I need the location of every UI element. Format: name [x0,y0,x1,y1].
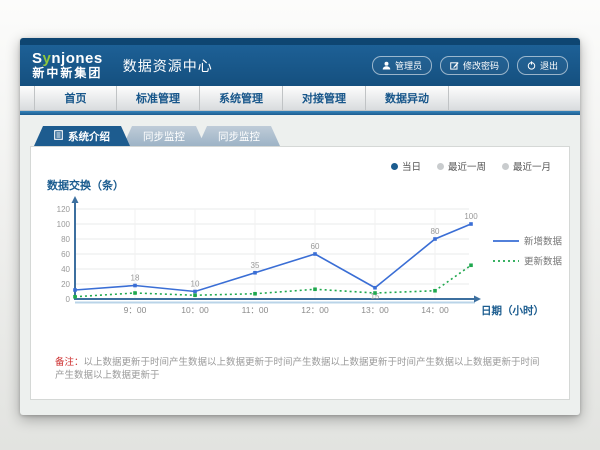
content-area: 系统介绍 同步监控 同步监控 当日 最近一周 [20,115,580,400]
svg-text:11：00: 11：00 [242,305,269,315]
tab-label: 系统介绍 [68,129,110,144]
svg-text:18: 18 [131,274,140,283]
svg-text:35: 35 [251,261,260,270]
app-window: Synjones 新中新集团 数据资源中心 管理员 修改密码 退出 首页 标准管… [20,38,580,415]
logout-button[interactable]: 退出 [517,56,568,75]
svg-text:80: 80 [61,235,70,244]
edit-icon [450,61,459,70]
filter-label: 当日 [402,159,421,173]
footnote: 备注：以上数据更新于时间产生数据以上数据更新于时间产生数据以上数据更新于时间产生… [39,356,561,383]
filter-today[interactable]: 当日 [391,159,421,173]
main-nav: 首页 标准管理 系统管理 对接管理 数据异动 [20,86,580,111]
footnote-prefix: 备注： [55,357,84,368]
tab-sync-monitor-2[interactable]: 同步监控 [198,126,280,146]
logo: Synjones 新中新集团 [32,51,103,79]
svg-text:120: 120 [57,205,71,214]
tab-bar: 系统介绍 同步监控 同步监控 [34,126,570,146]
power-icon [527,61,536,70]
svg-text:20: 20 [61,280,70,289]
svg-text:10：00: 10：00 [181,305,209,315]
svg-text:9：00: 9：00 [124,305,147,315]
admin-user-button[interactable]: 管理员 [372,56,432,75]
logo-wordmark: Synjones [32,51,103,67]
app-header: Synjones 新中新集团 数据资源中心 管理员 修改密码 退出 [20,45,580,86]
radio-selected-icon [391,163,398,170]
logout-label: 退出 [540,59,558,72]
svg-text:0: 0 [66,295,71,304]
svg-text:日期（小时）: 日期（小时） [481,304,544,317]
range-filter-group: 当日 最近一周 最近一月 [39,155,561,175]
user-icon [382,61,391,70]
radio-icon [437,163,444,170]
nav-item-data-change[interactable]: 数据异动 [366,86,449,110]
tab-system-intro[interactable]: 系统介绍 [34,126,130,146]
svg-text:新增数据: 新增数据 [524,236,563,248]
logo-company-name: 新中新集团 [32,67,103,80]
tab-label: 同步监控 [143,129,185,144]
svg-text:更新数据: 更新数据 [524,256,563,268]
svg-text:12：00: 12：00 [301,305,329,315]
change-password-label: 修改密码 [463,59,499,72]
svg-text:100: 100 [57,220,71,229]
tab-label: 同步监控 [218,129,260,144]
admin-user-label: 管理员 [395,59,422,72]
nav-item-home[interactable]: 首页 [34,86,117,110]
svg-text:14：00: 14：00 [421,305,449,315]
filter-label: 最近一周 [448,159,486,173]
tab-sync-monitor-1[interactable]: 同步监控 [123,126,205,146]
window-top-strip [20,38,580,45]
svg-text:80: 80 [431,227,440,236]
document-icon [54,130,63,143]
nav-item-standard-mgmt[interactable]: 标准管理 [117,86,200,110]
svg-text:13：00: 13：00 [361,305,389,315]
footnote-text: 以上数据更新于时间产生数据以上数据更新于时间产生数据以上数据更新于时间产生数据以… [55,357,540,381]
page-title: 数据资源中心 [123,56,213,76]
line-chart: 0 20 40 60 80 100 120 9：00 10：00 11：00 12：00 13：00 1… [41,195,565,327]
svg-text:60: 60 [61,250,70,259]
radio-icon [502,163,509,170]
y-axis-title: 数据交换（条） [47,177,561,193]
filter-last-month[interactable]: 最近一月 [502,159,551,173]
svg-text:40: 40 [61,265,70,274]
change-password-button[interactable]: 修改密码 [440,56,509,75]
nav-item-system-mgmt[interactable]: 系统管理 [200,86,283,110]
nav-item-interface-mgmt[interactable]: 对接管理 [283,86,366,110]
svg-text:60: 60 [311,242,320,251]
chart-panel: 当日 最近一周 最近一月 数据交换（条） 0 20 40 60 80 100 120 9：00… [30,146,570,400]
header-actions: 管理员 修改密码 退出 [372,56,568,75]
svg-text:100: 100 [464,212,478,221]
filter-label: 最近一月 [513,159,551,173]
filter-last-week[interactable]: 最近一周 [437,159,486,173]
svg-text:10: 10 [191,280,200,289]
